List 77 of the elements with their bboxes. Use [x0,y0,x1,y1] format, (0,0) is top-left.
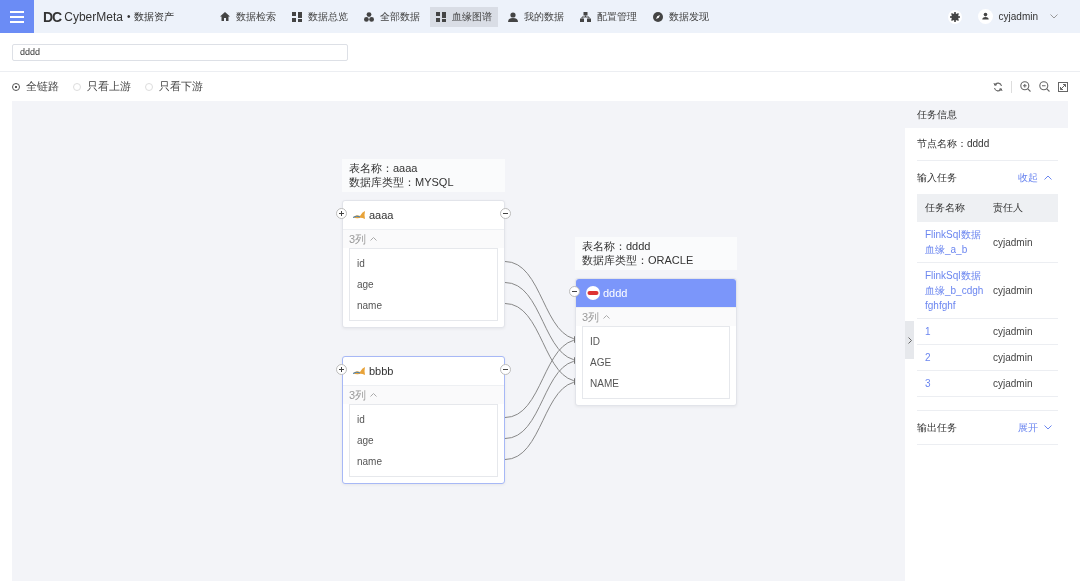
node-info-line: 数据库类型：MYSQL [349,175,455,189]
column-header: 责任人 [985,194,1058,222]
table-node[interactable]: bbbb 3列 id age name [342,356,505,484]
collapse-minus-icon[interactable] [500,208,511,219]
scope-radio[interactable]: 只看下游 [145,79,203,94]
product-name: 数据资产 [134,9,175,24]
field-row-text: id [356,413,366,427]
section-toggle[interactable]: 收起 [1018,170,1052,185]
nav-item[interactable]: 全部数据 [358,6,427,27]
hierarchy-icon [580,11,592,22]
nav-item[interactable]: 数据发现 [647,6,716,27]
database-icon [353,211,366,219]
menu-icon [10,10,24,23]
database-icon [353,367,366,375]
nav-item[interactable]: 我的数据 [502,6,571,27]
nav-item[interactable]: 血缘图谱 [430,6,499,27]
table-cell: cyjadmin [985,262,1058,319]
field-row-text: age [356,434,375,448]
field-row-text: age [356,278,375,292]
table-cell: cyjadmin [985,318,1058,345]
zoom-out-icon[interactable] [1039,81,1050,92]
field-row-text: NAME [589,377,620,391]
node-info-line: 数据库类型：ORACLE [582,253,695,267]
scope-radio[interactable]: 只看上游 [73,79,131,94]
menu-button[interactable] [0,0,34,33]
panel-title: 任务信息 [905,101,1068,128]
grid-icon [292,11,303,22]
expand-plus-icon[interactable] [336,208,347,219]
chevron-down-icon[interactable] [1044,425,1052,430]
section-title: 输入任务 [917,170,957,185]
zoom-in-icon[interactable] [1020,81,1031,92]
task-link[interactable]: 2 [925,350,985,365]
refresh-icon[interactable] [993,81,1003,92]
task-link[interactable]: FlinkSql数据血缘_b_cdghfghfghf [925,268,985,313]
grid-icon [436,11,447,22]
chevron-right-icon[interactable] [907,336,912,344]
collapse-minus-icon[interactable] [500,364,511,375]
compass-icon [653,11,664,22]
table-cell: cyjadmin [985,222,1058,263]
column-header: 任务名称 [917,194,985,222]
table-node[interactable]: aaaa 3列 id age name [342,200,505,328]
table-cell: cyjadmin [985,344,1058,371]
node-name-text: 节点名称：dddd [917,128,1058,161]
field-row-text: AGE [589,356,613,370]
database-icon [586,286,600,300]
expand-plus-icon[interactable] [336,364,347,375]
scope-radio[interactable]: 全链路 [12,79,59,94]
user-avatar-icon[interactable] [977,9,993,24]
field-row-text: id [356,257,366,271]
field-row-text: ID [589,335,601,349]
field-row-text: name [356,299,383,313]
fit-view-icon[interactable] [1058,81,1068,92]
field-row-text: name [356,455,383,469]
house-icon [220,12,231,21]
task-link[interactable]: 1 [925,324,985,339]
chevron-up-icon[interactable] [1044,175,1052,180]
brand-name: CyberMeta [64,9,123,24]
radio-dot[interactable] [12,82,20,91]
settings-icon[interactable] [947,9,962,24]
task-link[interactable]: FlinkSql数据血缘_a_b [925,227,985,257]
logo-mark: DC [43,8,62,25]
collapse-minus-icon[interactable] [569,286,580,297]
person-icon [508,11,519,22]
section-title: 输出任务 [917,420,957,435]
separator-dot: • [126,11,131,22]
task-link[interactable]: 3 [925,376,985,391]
panel-collapse-handle[interactable] [905,321,914,359]
section-toggle[interactable]: 展开 [1018,420,1052,435]
nav-item[interactable]: 配置管理 [574,6,644,27]
nav-item[interactable]: 数据检索 [214,6,283,27]
node-info-line: 表名称：dddd [582,239,652,253]
node-info-line: 表名称：aaaa [349,161,419,175]
circles-icon [364,11,375,22]
search-field[interactable]: dddd [12,43,348,61]
table-cell: cyjadmin [985,370,1058,397]
user-name[interactable]: cyjadmin [998,11,1038,22]
nav-item[interactable]: 数据总览 [286,6,355,27]
